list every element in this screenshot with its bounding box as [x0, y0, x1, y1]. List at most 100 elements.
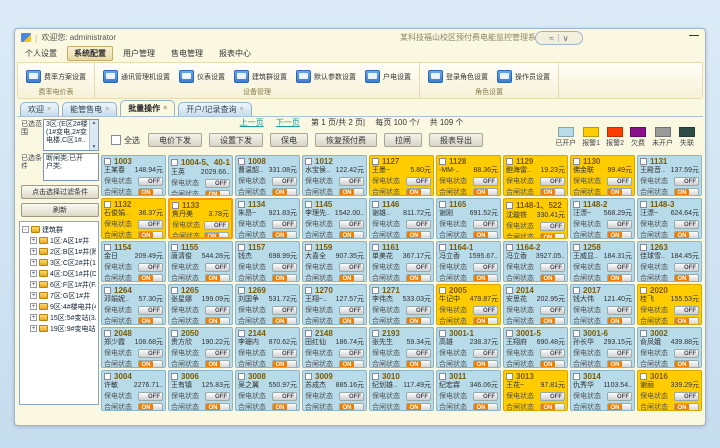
room-checkbox[interactable]	[439, 373, 446, 380]
room-checkbox[interactable]	[104, 201, 111, 208]
breaker-toggle[interactable]: ON	[674, 403, 699, 412]
room-checkbox[interactable]	[640, 201, 647, 208]
room-checkbox[interactable]	[104, 330, 111, 337]
room-checkbox[interactable]	[171, 244, 178, 251]
room-card[interactable]: 1004-5、40-1王英2029.66..保电状态OFF合闸状态ON	[168, 155, 233, 196]
supply-toggle[interactable]: OFF	[205, 349, 230, 358]
supply-toggle[interactable]: OFF	[540, 222, 565, 231]
room-card[interactable]: 1148-3汪漂~624.64元保电状态OFF合闸状态ON	[637, 198, 702, 239]
room-checkbox[interactable]	[372, 330, 379, 337]
room-checkbox[interactable]	[573, 244, 580, 251]
room-checkbox[interactable]	[439, 330, 446, 337]
menu-item-2[interactable]: 用户管理	[117, 47, 161, 60]
tab-0[interactable]: 欢迎×	[20, 102, 59, 116]
breaker-toggle[interactable]: ON	[607, 231, 632, 240]
breaker-toggle[interactable]: ON	[205, 403, 230, 412]
tab-3[interactable]: 开户/记录查询×	[178, 102, 251, 116]
ribbon-button-1-0[interactable]: 通讯管理机设置	[103, 70, 170, 83]
room-card[interactable]: 1264邓娟妮..57.30元保电状态OFF合闸状态ON	[101, 284, 166, 325]
room-checkbox[interactable]	[573, 330, 580, 337]
room-card[interactable]: 3006王有镇125.83元保电状态OFF合闸状态ON	[168, 370, 233, 411]
room-card[interactable]: 1271李伟杰533.03元保电状态OFF合闸状态ON	[369, 284, 434, 325]
toolbar-button-4[interactable]: 拉闸	[384, 133, 422, 147]
breaker-toggle[interactable]: ON	[138, 188, 163, 197]
breaker-toggle[interactable]: ON	[607, 274, 632, 283]
room-checkbox[interactable]	[506, 330, 513, 337]
room-card[interactable]: 1131王殿音..137.59元保电状态OFF合闸状态ON	[637, 155, 702, 196]
room-card[interactable]: 3009苏成杰885.16元保电状态OFF合闸状态ON	[302, 370, 367, 411]
tree-item-6[interactable]: +9区:4#楼电井(4..	[30, 301, 96, 312]
room-checkbox[interactable]	[573, 373, 580, 380]
menu-item-4[interactable]: 报表中心	[213, 47, 257, 60]
supply-toggle[interactable]: OFF	[339, 177, 364, 186]
supply-toggle[interactable]: OFF	[540, 177, 565, 186]
next-page-link[interactable]: 下一页	[276, 118, 300, 127]
supply-toggle[interactable]: OFF	[339, 306, 364, 315]
breaker-toggle[interactable]: ON	[138, 317, 163, 326]
menu-item-1[interactable]: 系统配置	[67, 46, 113, 61]
supply-toggle[interactable]: OFF	[272, 220, 297, 229]
supply-toggle[interactable]: OFF	[406, 392, 431, 401]
breaker-toggle[interactable]: ON	[473, 231, 498, 240]
tree-expand-icon[interactable]: +	[30, 281, 37, 288]
breaker-toggle[interactable]: ON	[272, 403, 297, 412]
tree-item-3[interactable]: +4区:D区1#井(D..	[30, 268, 96, 279]
breaker-toggle[interactable]: ON	[205, 360, 230, 369]
supply-toggle[interactable]: OFF	[607, 306, 632, 315]
room-card[interactable]: 2148田红仙186.74元保电状态OFF合闸状态ON	[302, 327, 367, 368]
room-card[interactable]: 1127王墨~5.80元保电状态OFF合闸状态ON	[369, 155, 434, 196]
room-card[interactable]: 1012水宝侯..122.42元保电状态OFF合闸状态ON	[302, 155, 367, 196]
breaker-toggle[interactable]: ON	[540, 360, 565, 369]
breaker-toggle[interactable]: ON	[272, 274, 297, 283]
supply-toggle[interactable]: OFF	[406, 349, 431, 358]
tab-close-icon[interactable]: ×	[47, 106, 51, 113]
breaker-toggle[interactable]: ON	[607, 188, 632, 197]
room-checkbox[interactable]	[573, 158, 580, 165]
breaker-toggle[interactable]: ON	[674, 317, 699, 326]
room-checkbox[interactable]	[104, 287, 111, 294]
checkbox-icon[interactable]	[111, 135, 121, 145]
breaker-toggle[interactable]: ON	[540, 403, 565, 412]
supply-toggle[interactable]: OFF	[406, 306, 431, 315]
room-checkbox[interactable]	[104, 158, 111, 165]
room-card[interactable]: 2020桂飞155.53元保电状态OFF合闸状态ON	[637, 284, 702, 325]
supply-toggle[interactable]: OFF	[204, 221, 229, 230]
supply-toggle[interactable]: OFF	[473, 263, 498, 272]
supply-toggle[interactable]: OFF	[138, 220, 163, 229]
tree-root[interactable]: -建筑群	[22, 224, 96, 235]
room-checkbox[interactable]	[640, 158, 647, 165]
breaker-toggle[interactable]: ON	[272, 188, 297, 197]
room-checkbox[interactable]	[372, 244, 379, 251]
breaker-toggle[interactable]: ON	[272, 317, 297, 326]
supply-toggle[interactable]: OFF	[138, 306, 163, 315]
supply-toggle[interactable]: OFF	[473, 220, 498, 229]
breaker-toggle[interactable]: ON	[205, 317, 230, 326]
supply-toggle[interactable]: OFF	[339, 220, 364, 229]
room-card[interactable]: 2048郑少霞108.68元保电状态OFF合闸状态ON	[101, 327, 166, 368]
room-card[interactable]: 3001-1高雄238.37元保电状态OFF合闸状态ON	[436, 327, 501, 368]
room-card[interactable]: 1159大喜全907.35元保电状态OFF合闸状态ON	[302, 241, 367, 282]
supply-toggle[interactable]: OFF	[607, 392, 632, 401]
room-checkbox[interactable]	[506, 244, 513, 251]
room-card[interactable]: 3008吴之翼550.97元保电状态OFF合闸状态ON	[235, 370, 300, 411]
breaker-toggle[interactable]: ON	[138, 231, 163, 240]
supply-toggle[interactable]: OFF	[540, 306, 565, 315]
room-card[interactable]: 1008曹温韶..331.08元保电状态OFF合闸状态ON	[235, 155, 300, 196]
supply-toggle[interactable]: OFF	[674, 177, 699, 186]
breaker-toggle[interactable]: ON	[272, 360, 297, 369]
tree-expand-icon[interactable]: +	[30, 259, 37, 266]
room-checkbox[interactable]	[439, 244, 446, 251]
room-card[interactable]: 1003王某春148.94元保电状态OFF合闸状态ON	[101, 155, 166, 196]
ribbon-button-1-2[interactable]: 建筑群设置	[234, 70, 287, 83]
scroll-up-icon[interactable]: ▲	[92, 120, 97, 126]
supply-toggle[interactable]: OFF	[473, 392, 498, 401]
breaker-toggle[interactable]: ON	[339, 274, 364, 283]
room-card[interactable]: 2050贵方欣190.22元保电状态OFF合闸状态ON	[168, 327, 233, 368]
supply-toggle[interactable]: OFF	[205, 306, 230, 315]
select-all-checkbox[interactable]: 全选	[111, 135, 140, 146]
breaker-toggle[interactable]: ON	[674, 188, 699, 197]
room-checkbox[interactable]	[439, 158, 446, 165]
room-checkbox[interactable]	[171, 159, 178, 166]
room-card[interactable]: 1270王翔~..127.57元保电状态OFF合闸状态ON	[302, 284, 367, 325]
supply-toggle[interactable]: OFF	[272, 177, 297, 186]
